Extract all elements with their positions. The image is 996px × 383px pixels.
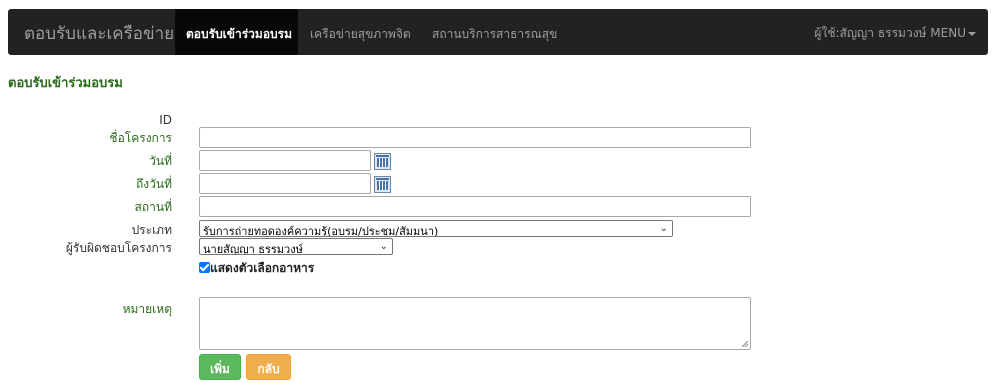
- caret-down-icon: [968, 31, 976, 36]
- remark-label: หมายเหตุ: [122, 302, 172, 316]
- to-date-input[interactable]: [199, 173, 371, 194]
- nav-link-health-services[interactable]: สถานบริการสาธารณสุข: [432, 25, 557, 44]
- place-input[interactable]: [199, 196, 751, 217]
- food-option-checkbox[interactable]: [199, 262, 210, 273]
- user-name: ผู้ใช้:สัญญา ธรรมวงษ์: [814, 26, 927, 40]
- calendar-icon[interactable]: [374, 176, 391, 193]
- chevron-down-icon: ⌄: [659, 223, 668, 234]
- nav-link-attend-training[interactable]: ตอบรับเข้าร่วมอบรม: [186, 25, 292, 44]
- nav-link-mental-health-network[interactable]: เครือข่ายสุขภาพจิต: [310, 25, 411, 44]
- id-label: ID: [159, 113, 172, 127]
- remark-textarea[interactable]: [199, 297, 751, 350]
- add-button[interactable]: เพิ่ม: [199, 354, 241, 380]
- type-selected-value: รับการถ่ายทอดองค์ความรู้(อบรม/ประชุม/สัม…: [203, 225, 439, 237]
- owner-label: ผู้รับผิดชอบโครงการ: [65, 241, 172, 255]
- page-title: ตอบรับเข้าร่วมอบรม: [8, 76, 123, 91]
- owner-select[interactable]: นายสัญญา ธรรมวงษ์ ⌄: [199, 238, 393, 255]
- navbar-brand[interactable]: ตอบรับและเครือข่าย: [24, 20, 174, 47]
- owner-selected-value: นายสัญญา ธรรมวงษ์: [203, 243, 303, 255]
- top-navbar: ตอบรับและเครือข่าย ตอบรับเข้าร่วมอบรม เค…: [8, 9, 988, 55]
- resize-grip-icon[interactable]: [742, 341, 748, 347]
- back-button[interactable]: กลับ: [246, 354, 291, 380]
- to-date-label: ถึงวันที่: [136, 177, 172, 191]
- user-menu[interactable]: ผู้ใช้:สัญญา ธรรมวงษ์ MENU: [814, 24, 976, 43]
- type-label: ประเภท: [131, 223, 172, 237]
- food-option-label[interactable]: แสดงตัวเลือกอาหาร: [210, 261, 314, 275]
- project-name-input[interactable]: [199, 127, 751, 148]
- chevron-down-icon: ⌄: [379, 241, 388, 252]
- date-label: วันที่: [149, 154, 172, 168]
- project-name-label: ชื่อโครงการ: [109, 131, 172, 145]
- date-input[interactable]: [199, 150, 371, 171]
- calendar-icon[interactable]: [374, 153, 391, 170]
- type-select[interactable]: รับการถ่ายทอดองค์ความรู้(อบรม/ประชุม/สัม…: [199, 220, 673, 237]
- food-option-row: แสดงตัวเลือกอาหาร: [199, 259, 314, 278]
- place-label: สถานที่: [134, 200, 172, 214]
- menu-label: MENU: [930, 26, 966, 40]
